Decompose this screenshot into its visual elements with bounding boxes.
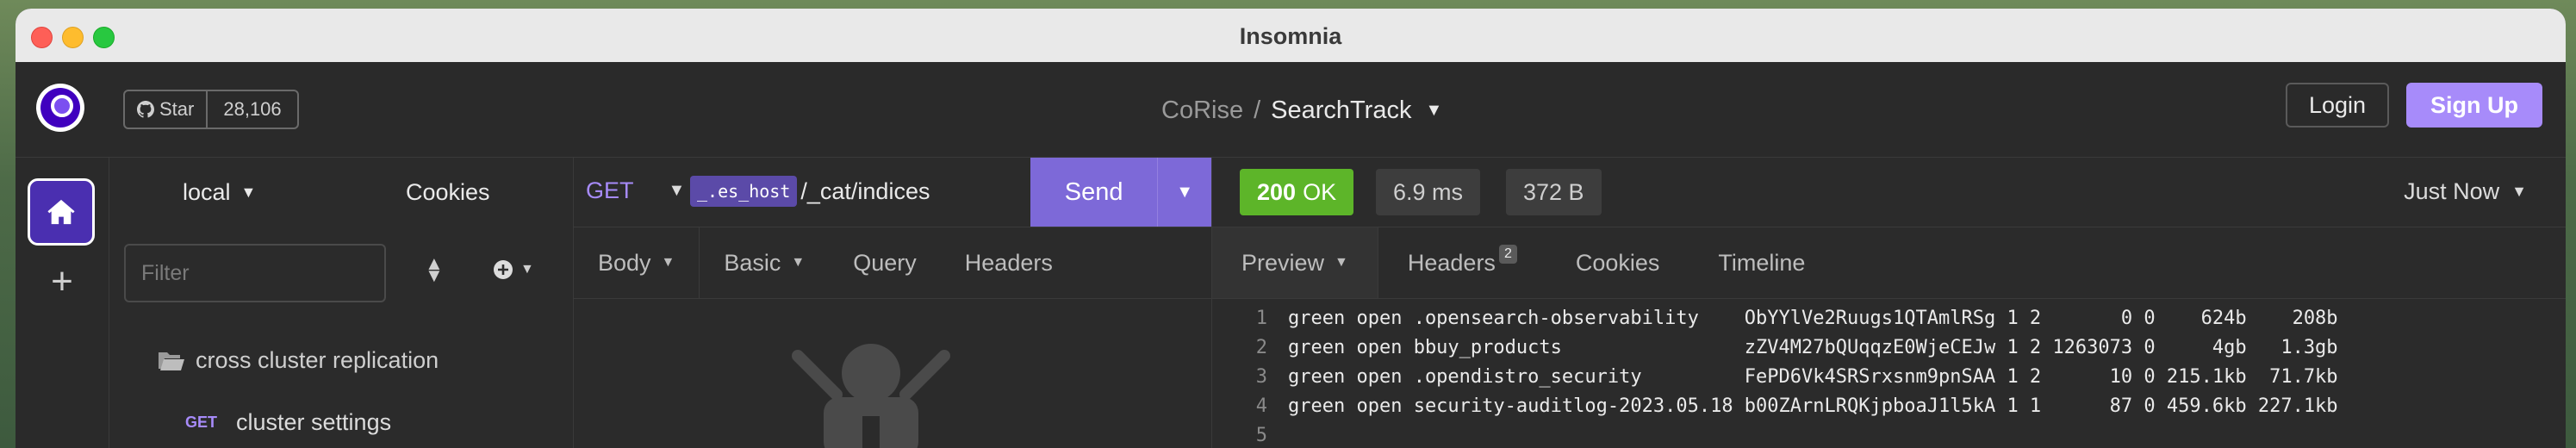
title-bar: Insomnia [16,9,2566,63]
app-window: Insomnia Star 28,106 CoRise / SearchTrac… [16,9,2566,448]
left-rail: + [16,158,109,448]
sign-up-button[interactable]: Sign Up [2406,83,2542,128]
line-text: green open bbuy_products zZV4M27bQUqqzE0… [1288,337,2338,358]
chevron-down-icon: ▼ [791,255,806,270]
request-tabs: Body ▼ Basic ▼ Query Headers [574,227,1211,299]
response-body-viewer[interactable]: 1 green open .opensearch-observability O… [1212,304,2566,448]
line-number: 2 [1255,337,1267,358]
chevron-down-icon: ▼ [240,184,257,201]
request-pane: GET ▼ _.es_host /_cat/indices Send ▼ Bod… [574,158,1212,448]
sort-icon[interactable]: ▲ ▼ [425,254,444,285]
folder-open-icon [159,352,184,370]
chevron-down-icon: ▼ [520,262,534,277]
tab-preview-label: Preview [1241,249,1325,276]
response-tabs: Preview ▼ Headers 2 Cookies Timeline [1212,227,2566,299]
send-button[interactable]: Send ▼ [1030,158,1211,227]
app-header: Star 28,106 CoRise / SearchTrack ▼ Login… [16,62,2566,158]
filter-input[interactable] [124,244,386,302]
line-number: 4 [1255,395,1267,417]
breadcrumb-project[interactable]: CoRise [1161,96,1243,125]
github-star-label: Star [159,98,195,120]
status-code: 200 [1257,178,1297,205]
tab-headers-label: Headers [1407,249,1496,276]
create-dropdown-button[interactable]: ▼ [493,259,534,280]
tab-headers[interactable]: Headers [941,227,1077,298]
line-number: 5 [1255,425,1267,446]
response-size-badge: 372 B [1506,169,1602,215]
status-badge: 200 OK [1240,169,1354,215]
add-icon[interactable]: + [45,263,79,301]
response-history-dropdown[interactable]: Just Now ▼ [2404,178,2527,205]
cookies-button[interactable]: Cookies [406,179,490,206]
line-number: 1 [1255,308,1267,329]
folder-name: cross cluster replication [196,347,439,373]
tab-auth[interactable]: Basic ▼ [700,227,829,298]
chevron-down-icon: ▼ [2511,183,2527,200]
status-text: OK [1303,178,1337,205]
sidebar-folder[interactable]: cross cluster replication [158,347,439,374]
response-status-bar: 200 OK 6.9 ms 372 B Just Now ▼ [1212,158,2566,227]
breadcrumb: CoRise / SearchTrack ▼ [1161,96,1442,125]
chevron-down-icon[interactable]: ▼ [1425,101,1442,121]
plus-circle-icon [494,260,513,279]
code-line: 1 green open .opensearch-observability O… [1212,304,2566,333]
line-text: green open security-auditlog-2023.05.18 … [1288,395,2338,417]
chevron-down-icon: ▼ [1335,255,1348,270]
code-line: 4 green open security-auditlog-2023.05.1… [1212,392,2566,421]
window-title: Insomnia [1239,23,1342,49]
environment-name: local [183,179,231,205]
url-input[interactable]: _.es_host /_cat/indices [690,176,930,207]
insomnia-logo[interactable] [36,84,84,132]
tab-headers-label: Headers [964,249,1053,276]
code-line: 3 green open .opendistro_security FePD6V… [1212,363,2566,392]
tab-timeline[interactable]: Timeline [1689,227,1834,298]
method-label: GET [586,177,634,203]
env-variable-tag[interactable]: _.es_host [690,176,798,207]
breadcrumb-separator: / [1254,96,1261,124]
tab-query-label: Query [853,249,917,276]
tab-auth-label: Basic [724,249,781,276]
breadcrumb-collection[interactable]: SearchTrack [1271,96,1411,125]
tab-preview[interactable]: Preview ▼ [1212,227,1378,298]
environment-selector[interactable]: local ▼ [183,179,256,206]
line-number: 3 [1255,366,1267,388]
code-line: 5 [1212,421,2566,448]
tab-body[interactable]: Body ▼ [574,227,700,298]
github-star-widget[interactable]: Star 28,106 [123,90,299,129]
request-name: cluster settings [236,409,392,435]
github-icon [137,101,154,118]
tab-timeline-label: Timeline [1718,249,1806,276]
tab-body-label: Body [598,249,651,276]
chevron-down-icon[interactable]: ▼ [1157,158,1211,227]
tab-response-cookies[interactable]: Cookies [1546,227,1689,298]
chevron-down-icon: ▼ [661,255,675,270]
response-pane: 200 OK 6.9 ms 372 B Just Now ▼ Preview ▼… [1212,158,2566,448]
send-label: Send [1064,177,1123,206]
response-time-badge: 6.9 ms [1376,169,1481,215]
tab-cookies-label: Cookies [1575,249,1660,276]
tab-response-headers[interactable]: Headers 2 [1378,227,1546,298]
home-icon [47,199,75,225]
method-selector[interactable]: GET ▼ [586,177,685,204]
login-button[interactable]: Login [2286,83,2389,128]
sidebar-request-item[interactable]: GET cluster settings [185,409,391,436]
sidebar: local ▼ Cookies ▲▼ ▼ cross cluster repli… [109,158,574,448]
empty-body-icon [792,344,950,448]
chevron-down-icon: ▼ [668,181,686,200]
github-star-count: 28,106 [223,98,282,120]
home-button[interactable] [28,178,95,246]
request-method-badge: GET [185,414,218,431]
history-label: Just Now [2404,178,2500,204]
tab-query[interactable]: Query [829,227,941,298]
url-path: /_cat/indices [800,177,930,204]
code-line: 2 green open bbuy_products zZV4M27bQUqqz… [1212,333,2566,363]
line-text: green open .opensearch-observability ObY… [1288,308,2338,329]
url-bar: GET ▼ _.es_host /_cat/indices Send ▼ [574,158,1211,227]
headers-count-badge: 2 [1498,245,1517,264]
line-text: green open .opendistro_security FePD6Vk4… [1288,366,2338,388]
